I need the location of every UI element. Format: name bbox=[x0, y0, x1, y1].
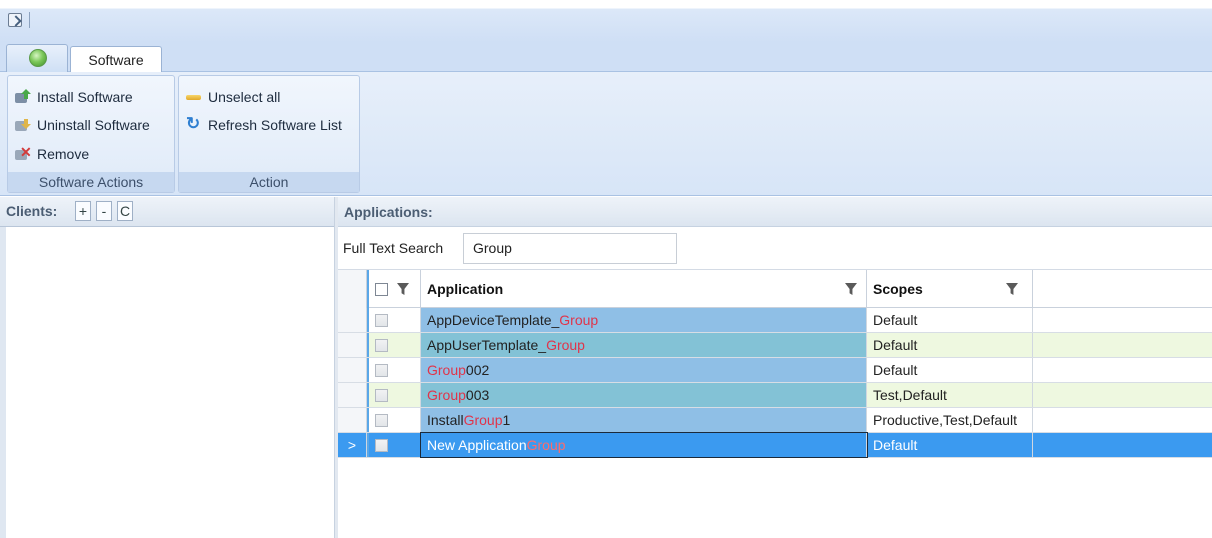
application-name-prefix: New Application bbox=[427, 437, 527, 453]
green-orb-icon bbox=[29, 49, 47, 67]
application-name-suffix: 003 bbox=[465, 387, 490, 403]
row-checkbox[interactable] bbox=[375, 413, 388, 427]
refresh-icon bbox=[185, 114, 203, 134]
table-row[interactable]: Group 002 Default bbox=[338, 358, 1212, 383]
row-select-cell bbox=[367, 383, 421, 407]
group-label-software-actions: Software Actions bbox=[8, 172, 174, 192]
unselect-all-button[interactable]: Unselect all bbox=[185, 87, 280, 107]
column-title-scopes: Scopes bbox=[873, 281, 923, 297]
row-indicator[interactable] bbox=[338, 408, 367, 432]
uninstall-software-label: Uninstall Software bbox=[37, 117, 150, 133]
search-match-highlight: Group bbox=[463, 412, 503, 428]
table-row[interactable]: > New Application Group Default bbox=[338, 432, 1212, 458]
application-cell[interactable]: New Application Group bbox=[420, 432, 868, 458]
row-select-cell bbox=[367, 333, 421, 357]
table-row[interactable]: AppDeviceTemplate_ Group Default bbox=[338, 308, 1212, 333]
application-cell[interactable]: AppDeviceTemplate_ Group bbox=[421, 308, 867, 332]
install-software-label: Install Software bbox=[37, 89, 133, 105]
refresh-software-list-button[interactable]: Refresh Software List bbox=[185, 114, 342, 135]
search-match-highlight: Group bbox=[427, 362, 466, 378]
scopes-cell[interactable]: Productive,Test,Default bbox=[867, 408, 1033, 432]
scopes-cell[interactable]: Test,Default bbox=[867, 383, 1033, 407]
scopes-cell[interactable]: Default bbox=[867, 433, 1033, 457]
uninstall-software-button[interactable]: Uninstall Software bbox=[14, 115, 150, 135]
grid-header: Application Scopes bbox=[338, 270, 1212, 308]
title-bar bbox=[0, 0, 1212, 42]
row-checkbox[interactable] bbox=[375, 338, 388, 352]
applications-header: Applications: bbox=[338, 197, 1212, 227]
clear-clients-button[interactable]: C bbox=[117, 201, 133, 221]
row-select-cell bbox=[367, 358, 421, 382]
install-software-icon bbox=[14, 89, 32, 105]
application-filter-icon[interactable] bbox=[845, 283, 857, 295]
ribbon: Install Software Uninstall Software Remo… bbox=[0, 72, 1212, 196]
row-checkbox[interactable] bbox=[375, 438, 388, 452]
tab-software[interactable]: Software bbox=[70, 46, 162, 73]
application-cell[interactable]: Group 002 bbox=[421, 358, 867, 382]
quick-access-separator bbox=[29, 12, 30, 28]
search-match-highlight: Group bbox=[559, 312, 599, 328]
application-name-prefix: AppDeviceTemplate_ bbox=[427, 312, 560, 328]
table-row[interactable]: AppUserTemplate_ Group Default bbox=[338, 333, 1212, 358]
select-all-header bbox=[367, 270, 421, 308]
search-match-highlight: Group bbox=[427, 387, 466, 403]
select-all-checkbox[interactable] bbox=[375, 282, 388, 296]
row-indicator-header bbox=[338, 270, 367, 308]
uninstall-software-icon bbox=[14, 117, 32, 133]
unselect-all-icon bbox=[185, 89, 203, 105]
ribbon-group-action: Unselect all Refresh Software List Actio… bbox=[178, 75, 360, 193]
ribbon-group-software-actions: Install Software Uninstall Software Remo… bbox=[7, 75, 175, 193]
remove-icon bbox=[14, 144, 32, 162]
scopes-cell[interactable]: Default bbox=[867, 358, 1033, 382]
applications-label: Applications: bbox=[344, 204, 433, 220]
add-client-button[interactable]: + bbox=[75, 201, 91, 221]
filter-funnel-icon[interactable] bbox=[397, 283, 409, 295]
full-text-search-label: Full Text Search bbox=[343, 240, 444, 256]
search-match-highlight: Group bbox=[546, 337, 585, 353]
scopes-cell[interactable]: Default bbox=[867, 308, 1033, 332]
application-name-prefix: AppUserTemplate_ bbox=[427, 337, 547, 353]
application-menu-button[interactable] bbox=[6, 44, 68, 72]
column-title-application: Application bbox=[427, 281, 504, 297]
table-row[interactable]: Group 003 Test,Default bbox=[338, 383, 1212, 408]
row-select-cell bbox=[367, 433, 421, 457]
application-cell[interactable]: Group 003 bbox=[421, 383, 867, 407]
group-label-action: Action bbox=[179, 172, 359, 192]
clients-header: Clients: + - C bbox=[0, 197, 334, 227]
row-checkbox[interactable] bbox=[375, 388, 388, 402]
clients-label: Clients: bbox=[6, 203, 58, 219]
row-checkbox[interactable] bbox=[375, 363, 388, 377]
clients-list[interactable] bbox=[0, 227, 334, 538]
full-text-search-input[interactable]: Group bbox=[463, 233, 677, 264]
applications-grid: Application Scopes AppDeviceTemplate_ Gro… bbox=[338, 269, 1212, 538]
remove-button[interactable]: Remove bbox=[14, 144, 89, 164]
refresh-software-list-label: Refresh Software List bbox=[208, 117, 342, 133]
search-row: Full Text Search Group bbox=[338, 227, 1212, 269]
application-name-prefix: Install bbox=[427, 412, 464, 428]
application-cell[interactable]: AppUserTemplate_ Group bbox=[421, 333, 867, 357]
row-indicator[interactable] bbox=[338, 308, 367, 332]
column-header-scopes[interactable]: Scopes bbox=[867, 270, 1033, 308]
remove-client-button[interactable]: - bbox=[96, 201, 112, 221]
application-name-suffix: 002 bbox=[465, 362, 490, 378]
scopes-cell[interactable]: Default bbox=[867, 333, 1033, 357]
quick-access-icon[interactable] bbox=[8, 13, 22, 27]
remove-label: Remove bbox=[37, 146, 90, 162]
unselect-all-label: Unselect all bbox=[208, 89, 281, 105]
search-match-highlight: Group bbox=[526, 437, 566, 453]
row-select-cell bbox=[367, 308, 421, 332]
column-header-application[interactable]: Application bbox=[421, 270, 867, 308]
row-indicator[interactable] bbox=[338, 358, 367, 382]
ribbon-tab-row: Software bbox=[0, 42, 1212, 73]
row-indicator[interactable] bbox=[338, 333, 367, 357]
row-indicator[interactable]: > bbox=[338, 433, 367, 457]
row-checkbox[interactable] bbox=[375, 313, 388, 327]
scopes-filter-icon[interactable] bbox=[1006, 283, 1018, 295]
table-row[interactable]: Install Group 1 Productive,Test,Default bbox=[338, 408, 1212, 433]
install-software-button[interactable]: Install Software bbox=[14, 87, 133, 107]
row-select-cell bbox=[367, 408, 421, 432]
row-indicator[interactable] bbox=[338, 383, 367, 407]
application-cell[interactable]: Install Group 1 bbox=[421, 408, 867, 432]
application-name-suffix: 1 bbox=[502, 412, 511, 428]
